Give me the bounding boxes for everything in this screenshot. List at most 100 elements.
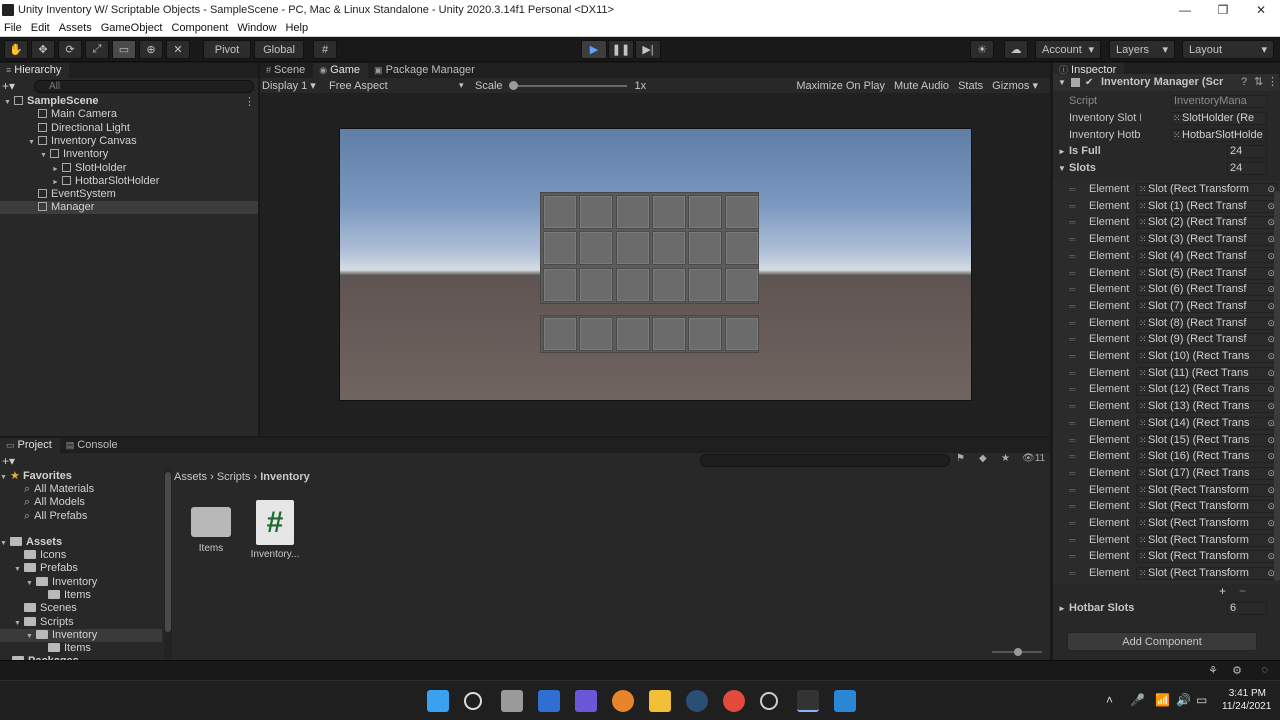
inventory-slot[interactable] <box>651 267 686 302</box>
slot-element-row[interactable]: ═ Element 9⁙Slot (9) (Rect Transf⊙ <box>1069 331 1279 348</box>
slot-element-field[interactable]: ⁙ Slot (Rect Transform ⊙ <box>1136 567 1278 581</box>
scale-slider-handle[interactable] <box>508 80 518 90</box>
project-folder[interactable]: ▼ Inventory <box>0 576 162 589</box>
search-icon[interactable] <box>464 692 482 710</box>
tree-scrollbar-thumb[interactable] <box>165 472 171 632</box>
slot-element-row[interactable]: ═ Element 20⁙Slot (Rect Transform⊙ <box>1069 515 1279 532</box>
collab-icon[interactable]: ☀ <box>970 40 994 59</box>
drag-handle-icon[interactable]: ═ <box>1069 331 1075 348</box>
tray-chevron-icon[interactable]: ˄ <box>1106 693 1113 707</box>
slot-element-field[interactable]: ⁙ Slot (Rect Transform ⊙ <box>1136 483 1278 497</box>
drag-handle-icon[interactable]: ═ <box>1069 248 1075 265</box>
wifi-icon[interactable]: 📶 <box>1155 693 1170 707</box>
tree-scrollbar[interactable] <box>164 468 172 658</box>
drag-handle-icon[interactable]: ═ <box>1069 348 1075 365</box>
slot-element-field[interactable]: ⁙ Slot (7) (Rect Transf ⊙ <box>1136 299 1278 313</box>
slots-row[interactable]: ▼ Slots 24 <box>1053 160 1279 177</box>
slot-element-field[interactable]: ⁙ Slot (2) (Rect Transf ⊙ <box>1136 216 1278 230</box>
hierarchy-search-input[interactable]: All <box>34 80 254 93</box>
slot-element-field[interactable]: ⁙ Slot (Rect Transform ⊙ <box>1136 500 1278 514</box>
tab-project[interactable]: ▭ Project <box>0 438 60 453</box>
drag-handle-icon[interactable]: ═ <box>1069 181 1075 198</box>
slot-element-row[interactable]: ═ Element 13⁙Slot (13) (Rect Trans⊙ <box>1069 398 1279 415</box>
inventory-slot[interactable] <box>579 267 614 302</box>
drag-handle-icon[interactable]: ═ <box>1069 432 1075 449</box>
hotbar-slot[interactable] <box>543 317 577 351</box>
menu-window[interactable]: Window <box>233 22 281 34</box>
hotbar-slots-size[interactable]: 6 <box>1227 602 1267 615</box>
scale-tool-icon[interactable]: ⤢ <box>85 40 109 59</box>
project-search-input[interactable] <box>700 454 950 467</box>
stats-toggle[interactable]: Stats <box>958 80 983 92</box>
inventory-slot[interactable] <box>615 231 650 266</box>
start-icon[interactable] <box>427 690 449 712</box>
custom-tool-icon[interactable]: ✕ <box>166 40 190 59</box>
filter-icon[interactable]: ⚑ <box>956 453 965 464</box>
global-toggle[interactable]: Global <box>254 40 304 59</box>
favorites-item[interactable]: ⌕ All Models <box>0 496 162 509</box>
inventory-slot[interactable] <box>615 195 650 229</box>
unity-hub-icon[interactable] <box>760 692 778 710</box>
add-object-button[interactable]: +▾ <box>2 80 22 93</box>
project-folder[interactable]: Icons <box>0 549 162 562</box>
slot-element-row[interactable]: ═ Element 11⁙Slot (11) (Rect Trans⊙ <box>1069 365 1279 382</box>
slot-element-field[interactable]: ⁙ Slot (1) (Rect Transf ⊙ <box>1136 199 1278 213</box>
inventory-slot[interactable] <box>724 267 759 302</box>
slot-element-row[interactable]: ═ Element 16⁙Slot (16) (Rect Trans⊙ <box>1069 448 1279 465</box>
menu-help[interactable]: Help <box>281 22 313 34</box>
drag-handle-icon[interactable]: ═ <box>1069 281 1075 298</box>
icon-size-handle[interactable] <box>1014 648 1022 656</box>
slot-element-field[interactable]: ⁙ Slot (3) (Rect Transf ⊙ <box>1136 233 1278 247</box>
icon-size-slider[interactable] <box>992 648 1042 656</box>
drag-handle-icon[interactable]: ═ <box>1069 515 1075 532</box>
drag-handle-icon[interactable]: ═ <box>1069 415 1075 432</box>
drag-handle-icon[interactable]: ═ <box>1069 448 1075 465</box>
tab-hierarchy[interactable]: ≡ Hierarchy <box>0 63 70 78</box>
hidden-count[interactable]: 👁11 <box>1022 453 1045 464</box>
hierarchy-item[interactable]: ▼ SampleScene <box>0 95 258 108</box>
maximize-on-play-toggle[interactable]: Maximize On Play <box>796 80 885 92</box>
slot-element-field[interactable]: ⁙ Slot (17) (Rect Trans ⊙ <box>1136 466 1278 480</box>
drag-handle-icon[interactable]: ═ <box>1069 498 1075 515</box>
inventory-slot[interactable] <box>724 195 759 229</box>
step-button[interactable]: ▶| <box>635 40 661 59</box>
project-folder[interactable]: Items <box>0 642 162 655</box>
slot-element-field[interactable]: ⁙ Slot (16) (Rect Trans ⊙ <box>1136 450 1278 464</box>
hand-tool-icon[interactable]: ✋ <box>4 40 28 59</box>
chrome-icon[interactable] <box>723 690 745 712</box>
steam-icon[interactable] <box>686 690 708 712</box>
hotbar-slot[interactable] <box>688 317 723 351</box>
slot-element-row[interactable]: ═ Element 4⁙Slot (4) (Rect Transf⊙ <box>1069 248 1279 265</box>
hierarchy-item[interactable]: EventSystem <box>0 188 258 201</box>
scale-slider[interactable] <box>508 80 627 90</box>
inventory-slot[interactable] <box>651 231 686 266</box>
slot-element-row[interactable]: ═ Element 2⁙Slot (2) (Rect Transf⊙ <box>1069 214 1279 231</box>
slot-element-row[interactable]: ═ Element 6⁙Slot (6) (Rect Transf⊙ <box>1069 281 1279 298</box>
inventory-slot[interactable] <box>724 231 759 266</box>
drag-handle-icon[interactable]: ═ <box>1069 231 1075 248</box>
menu-edit[interactable]: Edit <box>27 22 55 34</box>
cloud-icon[interactable]: ☁ <box>1004 40 1028 59</box>
hierarchy-item[interactable]: Directional Light <box>0 122 258 135</box>
mute-audio-toggle[interactable]: Mute Audio <box>894 80 949 92</box>
slot-element-row[interactable]: ═ Element 10⁙Slot (10) (Rect Trans⊙ <box>1069 348 1279 365</box>
rotate-tool-icon[interactable]: ⟳ <box>58 40 82 59</box>
hotbar-slot[interactable] <box>615 317 650 351</box>
move-tool-icon[interactable]: ✥ <box>31 40 55 59</box>
drag-handle-icon[interactable]: ═ <box>1069 482 1075 499</box>
drag-handle-icon[interactable]: ═ <box>1069 381 1075 398</box>
assets-header[interactable]: ▼ Assets <box>0 536 162 549</box>
project-folder[interactable]: ▼ Prefabs <box>0 562 162 575</box>
slot-element-field[interactable]: ⁙ Slot (Rect Transform ⊙ <box>1136 183 1278 196</box>
slot-element-field[interactable]: ⁙ Slot (9) (Rect Transf ⊙ <box>1136 333 1278 347</box>
inventory-slot[interactable] <box>651 195 686 229</box>
slot-element-field[interactable]: ⁙ Slot (14) (Rect Trans ⊙ <box>1136 416 1278 430</box>
project-folder[interactable]: Items <box>0 589 162 602</box>
pivot-toggle[interactable]: Pivot <box>203 40 251 59</box>
microphone-icon[interactable]: 🎤 <box>1130 693 1145 707</box>
favorites-item[interactable]: ⌕ All Prefabs <box>0 510 162 523</box>
tab-package-manager[interactable]: ▣ Package Manager <box>368 63 483 78</box>
layers-dropdown[interactable]: Layers ▾ <box>1109 40 1175 59</box>
hotbar-slot[interactable] <box>724 317 759 351</box>
chat-icon[interactable] <box>575 690 597 712</box>
